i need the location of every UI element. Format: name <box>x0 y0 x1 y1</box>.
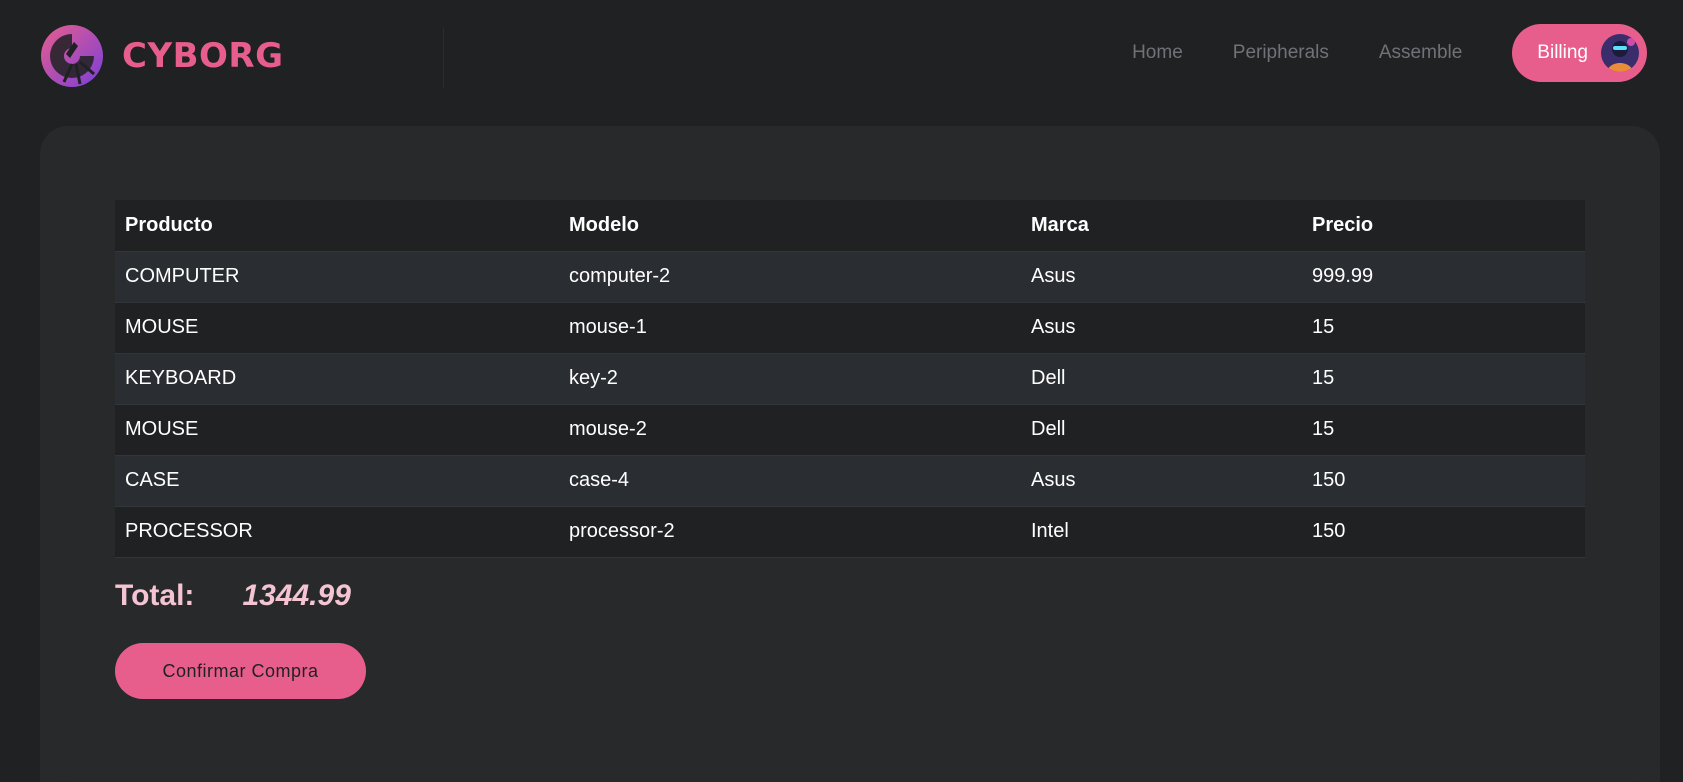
main-nav: Home Peripherals Assemble Billing <box>1132 24 1647 82</box>
cell-precio: 150 <box>1302 506 1585 558</box>
total-value: 1344.99 <box>242 579 351 612</box>
table-row: KEYBOARD key-2 Dell 15 <box>115 353 1585 405</box>
cell-modelo: mouse-1 <box>559 302 1021 354</box>
header-precio: Precio <box>1302 200 1585 252</box>
table-row: PROCESSOR processor-2 Intel 150 <box>115 506 1585 558</box>
cell-modelo: case-4 <box>559 455 1021 507</box>
table-row: COMPUTER computer-2 Asus 999.99 <box>115 251 1585 303</box>
top-header: CYBORG Home Peripherals Assemble Billing <box>0 0 1683 115</box>
nav-peripherals[interactable]: Peripherals <box>1233 42 1329 64</box>
cell-precio: 15 <box>1302 404 1585 456</box>
nav-billing-label: Billing <box>1537 42 1588 63</box>
table-header-row: Producto Modelo Marca Precio <box>115 200 1585 252</box>
cyborg-logo-icon <box>41 25 103 87</box>
cell-marca: Asus <box>1021 455 1302 507</box>
cell-marca: Dell <box>1021 404 1302 456</box>
cell-producto: CASE <box>115 455 559 507</box>
cell-modelo: processor-2 <box>559 506 1021 558</box>
cell-modelo: computer-2 <box>559 251 1021 303</box>
cell-producto: KEYBOARD <box>115 353 559 405</box>
total-summary: Total: 1344.99 <box>115 576 351 616</box>
cell-marca: Dell <box>1021 353 1302 405</box>
cell-marca: Asus <box>1021 302 1302 354</box>
table-row: MOUSE mouse-1 Asus 15 <box>115 302 1585 354</box>
nav-billing[interactable]: Billing <box>1512 24 1647 82</box>
header-producto: Producto <box>115 200 559 252</box>
cell-precio: 150 <box>1302 455 1585 507</box>
confirm-purchase-button[interactable]: Confirmar Compra <box>115 643 366 699</box>
cell-modelo: key-2 <box>559 353 1021 405</box>
cell-marca: Intel <box>1021 506 1302 558</box>
table-row: CASE case-4 Asus 150 <box>115 455 1585 507</box>
brand-name: CYBORG <box>122 36 284 76</box>
cell-producto: PROCESSOR <box>115 506 559 558</box>
user-avatar-icon <box>1601 34 1639 72</box>
header-divider <box>443 28 444 88</box>
total-label: Total: <box>115 579 195 612</box>
cell-producto: COMPUTER <box>115 251 559 303</box>
cart-table: Producto Modelo Marca Precio COMPUTER co… <box>115 200 1585 558</box>
header-marca: Marca <box>1021 200 1302 252</box>
nav-home[interactable]: Home <box>1132 42 1183 64</box>
cell-precio: 15 <box>1302 353 1585 405</box>
cell-precio: 15 <box>1302 302 1585 354</box>
nav-assemble[interactable]: Assemble <box>1379 42 1462 64</box>
header-modelo: Modelo <box>559 200 1021 252</box>
cell-producto: MOUSE <box>115 302 559 354</box>
billing-panel: Producto Modelo Marca Precio COMPUTER co… <box>40 126 1660 782</box>
cell-marca: Asus <box>1021 251 1302 303</box>
cell-modelo: mouse-2 <box>559 404 1021 456</box>
cell-producto: MOUSE <box>115 404 559 456</box>
table-row: MOUSE mouse-2 Dell 15 <box>115 404 1585 456</box>
logo[interactable]: CYBORG <box>40 24 283 88</box>
cell-precio: 999.99 <box>1302 251 1585 303</box>
